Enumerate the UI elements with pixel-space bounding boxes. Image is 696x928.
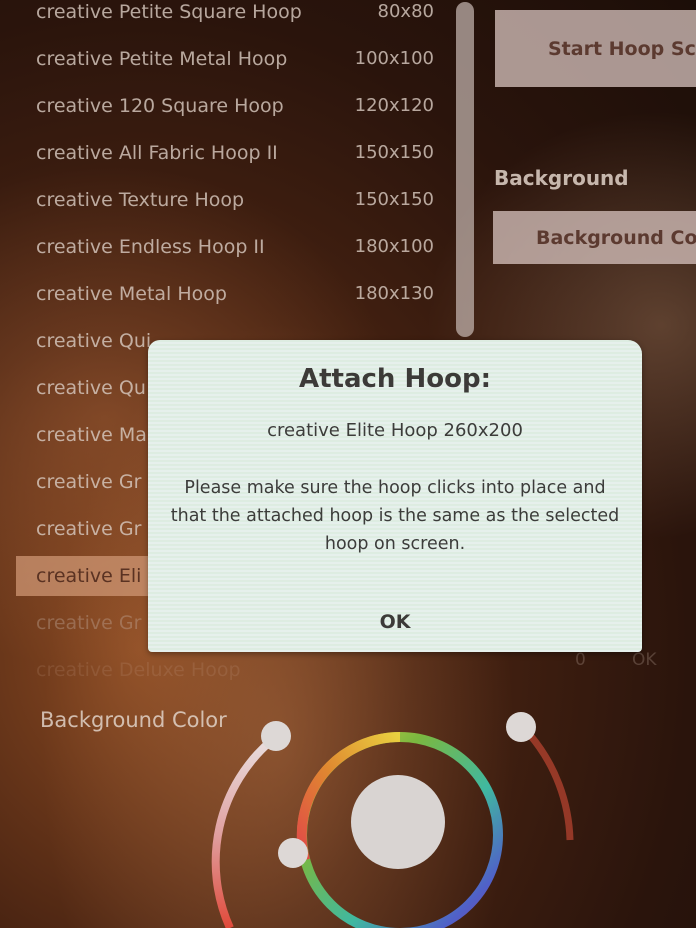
hoop-size: 100x100	[354, 48, 434, 69]
hoop-size: 150x150	[354, 142, 434, 163]
dialog-title: Attach Hoop:	[299, 364, 491, 394]
hoop-row[interactable]: creative Petite Metal Hoop 100x100	[16, 35, 446, 82]
hoop-row[interactable]: creative 120 Square Hoop 120x120	[16, 82, 446, 129]
hoop-name: creative Qu	[36, 376, 146, 399]
color-preview-swatch	[351, 775, 445, 869]
saturation-slider-handle[interactable]	[261, 721, 291, 751]
selected-hoop-info: creative Elite Hoop 260x200	[267, 420, 523, 441]
hoop-row[interactable]: creative Metal Hoop 180x130	[16, 270, 446, 317]
hoop-name: creative Deluxe Hoop	[36, 658, 241, 681]
start-hoop-scan-label: Start Hoop Sca	[548, 37, 696, 60]
hoop-list-scrollbar[interactable]	[456, 2, 474, 337]
hoop-name: creative Petite Square Hoop	[36, 0, 302, 23]
ok-button[interactable]: OK	[148, 600, 642, 644]
hoop-size: 80x80	[377, 1, 434, 22]
hoop-name: creative Petite Metal Hoop	[36, 47, 288, 70]
ghost-ok-button: OK	[632, 650, 657, 670]
hoop-row-selected[interactable]: creative Eli	[16, 556, 166, 596]
hoop-name: creative Ma	[36, 423, 147, 446]
hoop-size: 180x130	[354, 283, 434, 304]
hoop-row[interactable]: creative Deluxe Hoop	[16, 646, 446, 693]
dialog-message: Please make sure the hoop clicks into pl…	[170, 478, 620, 554]
attach-hoop-dialog: Attach Hoop: creative Elite Hoop 260x200…	[148, 340, 642, 652]
brightness-slider-handle[interactable]	[506, 712, 536, 742]
hoop-row[interactable]: creative All Fabric Hoop II 150x150	[16, 129, 446, 176]
hoop-name: creative Qui	[36, 329, 152, 352]
background-color-button-label: Background Co	[536, 226, 696, 249]
saturation-slider-track[interactable]	[211, 736, 275, 928]
hoop-size: 120x120	[354, 95, 434, 116]
background-heading: Background	[494, 166, 629, 190]
hoop-name: creative Gr	[36, 611, 142, 634]
background-color-label: Background Color	[40, 708, 227, 732]
hoop-name: creative Eli	[36, 565, 142, 587]
ghost-value: 0	[575, 650, 586, 670]
hoop-name: creative Texture Hoop	[36, 188, 245, 211]
background-color-button[interactable]: Background Co	[493, 211, 696, 264]
hoop-row[interactable]: creative Petite Square Hoop 80x80	[16, 0, 446, 35]
brightness-slider-track[interactable]	[527, 732, 574, 841]
hoop-name: creative 120 Square Hoop	[36, 94, 284, 117]
embroidery-machine-screen: creative Petite Square Hoop 80x80 creativ…	[0, 0, 696, 928]
start-hoop-scan-button[interactable]: Start Hoop Sca	[495, 10, 696, 87]
hoop-name: creative Gr	[36, 517, 142, 540]
hoop-name: creative Metal Hoop	[36, 282, 227, 305]
hoop-size: 150x150	[354, 189, 434, 210]
hoop-size: 180x100	[354, 236, 434, 257]
hoop-row[interactable]: creative Texture Hoop 150x150	[16, 176, 446, 223]
hoop-name: creative All Fabric Hoop II	[36, 141, 278, 164]
hue-ring-handle[interactable]	[278, 838, 308, 868]
hoop-name: creative Endless Hoop II	[36, 235, 265, 258]
hoop-row[interactable]: creative Endless Hoop II 180x100	[16, 223, 446, 270]
hoop-name: creative Gr	[36, 470, 142, 493]
